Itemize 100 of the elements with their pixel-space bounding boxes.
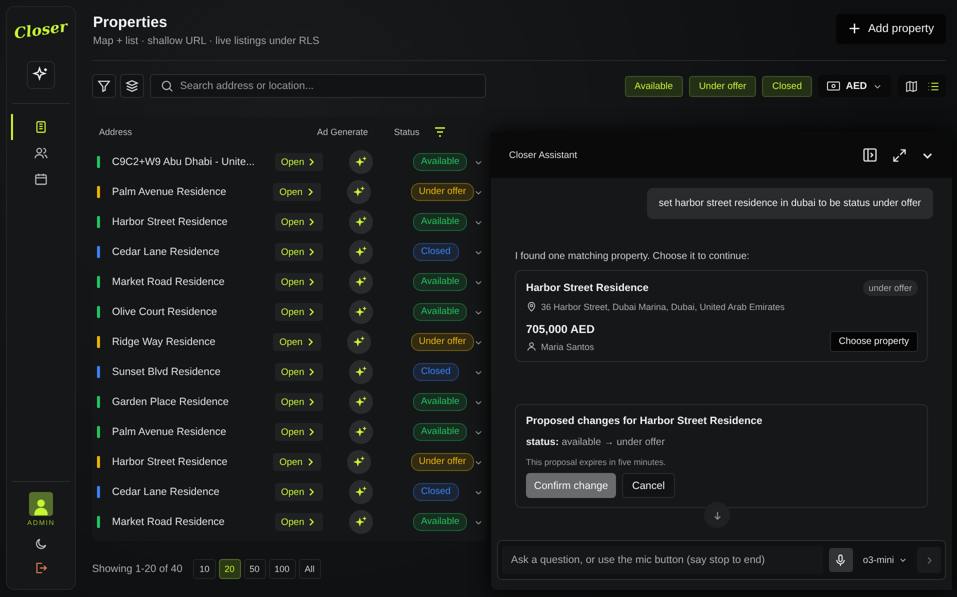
- open-button[interactable]: Open: [275, 363, 323, 381]
- expand-icon[interactable]: [892, 148, 907, 162]
- status-filter-chip[interactable]: Under offer: [688, 76, 756, 96]
- person-icon: [32, 498, 50, 516]
- generate-ad-button[interactable]: [349, 510, 373, 534]
- message-input[interactable]: Ask a question, or use the mic button (say stop to end): [502, 546, 823, 574]
- add-property-button[interactable]: Add property: [836, 14, 946, 44]
- generate-ad-button[interactable]: [349, 360, 373, 384]
- address-cell-text: Cedar Lane Residence: [112, 486, 220, 498]
- sparkle-icon: [354, 155, 368, 169]
- generate-ad-button[interactable]: [346, 180, 371, 204]
- model-dropdown[interactable]: o3-mini: [858, 554, 911, 566]
- mic-button[interactable]: [828, 548, 853, 572]
- page-size-button[interactable]: 100: [268, 559, 296, 579]
- plus-icon: [848, 22, 862, 35]
- generate-ad-button[interactable]: [349, 240, 373, 264]
- sparkle-icon: [352, 455, 366, 469]
- microphone-icon: [834, 554, 848, 566]
- status-badge: Under offer: [410, 333, 474, 351]
- generate-ad-button[interactable]: [349, 150, 373, 174]
- person-icon: [526, 341, 537, 352]
- search-field[interactable]: Search address or location...: [150, 74, 486, 98]
- generate-ad-button[interactable]: [346, 450, 371, 474]
- status-badge: Under offer: [410, 183, 474, 201]
- theme-button[interactable]: [34, 537, 48, 551]
- generate-ad-button[interactable]: [346, 330, 371, 354]
- moon-icon: [34, 537, 48, 551]
- assistant-button[interactable]: [27, 61, 55, 89]
- sparkle-icon: [354, 515, 368, 529]
- address-cell-text: Sunset Blvd Residence: [112, 366, 222, 378]
- status-filter-chip[interactable]: Closed: [762, 76, 812, 96]
- map-icon: [904, 80, 918, 92]
- sidebar-toggle-icon[interactable]: [862, 147, 878, 163]
- address-cell-text: Palm Avenue Residence: [112, 186, 228, 198]
- list-icon: [926, 80, 940, 92]
- page-size-button[interactable]: 10: [193, 559, 216, 579]
- chevron-right-icon: [308, 398, 316, 406]
- layers-button[interactable]: [120, 74, 144, 98]
- generate-ad-button[interactable]: [349, 210, 373, 234]
- expiry-note: This proposal expires in five minutes.: [526, 457, 667, 467]
- property-address: 36 Harbor Street, Dubai Marina, Dubai, United Arab Emirates: [541, 302, 785, 312]
- proposal-title: Proposed changes for Harbor Street Residence: [526, 415, 764, 427]
- open-button[interactable]: Open: [275, 213, 323, 231]
- page-size-button[interactable]: All: [298, 559, 321, 579]
- address-cell-text: Cedar Lane Residence: [112, 246, 220, 258]
- logout-icon: [34, 561, 48, 575]
- address-cell-text: Garden Place Residence: [112, 396, 230, 408]
- avatar[interactable]: [29, 492, 53, 516]
- open-button[interactable]: Open: [275, 153, 323, 171]
- user-message: set harbor street residence in dubai to be status under offer: [646, 188, 933, 219]
- open-button[interactable]: Open: [275, 303, 323, 321]
- status-badge: Available: [413, 273, 468, 291]
- generate-ad-button[interactable]: [349, 420, 373, 444]
- page-subtitle: Map + list · shallow URL · live listings under RLS: [93, 34, 320, 46]
- column-header: Ad Generate: [317, 127, 370, 137]
- open-button[interactable]: Open: [275, 483, 323, 501]
- choose-property-button[interactable]: Choose property: [830, 331, 918, 352]
- status-filter-chip[interactable]: Available: [624, 76, 683, 96]
- confirm-button[interactable]: Confirm change: [526, 473, 616, 498]
- open-button[interactable]: Open: [273, 183, 321, 201]
- page-size-button[interactable]: 20: [218, 559, 241, 579]
- location-pin-icon: [526, 301, 537, 312]
- address-cell-text: Palm Avenue Residence: [112, 426, 228, 438]
- funnel-icon: [97, 79, 111, 93]
- generate-ad-button[interactable]: [349, 300, 373, 324]
- open-button[interactable]: Open: [275, 423, 323, 441]
- calendar-icon: [34, 172, 48, 186]
- banknote-icon: [826, 81, 840, 91]
- currency-dropdown[interactable]: AED: [818, 75, 891, 97]
- column-header: Address: [99, 127, 134, 137]
- chevron-right-icon: [308, 218, 316, 226]
- chevron-right-icon: [308, 368, 316, 376]
- open-button[interactable]: Open: [275, 513, 323, 531]
- open-button[interactable]: Open: [275, 273, 323, 291]
- filter-button[interactable]: [92, 74, 116, 98]
- chevron-right-icon: [308, 308, 316, 316]
- cancel-button[interactable]: Cancel: [622, 473, 675, 498]
- generate-ad-button[interactable]: [349, 480, 373, 504]
- page-size-button[interactable]: 50: [244, 559, 266, 579]
- status-badge: Available: [413, 423, 468, 441]
- scroll-down-button[interactable]: [704, 502, 730, 528]
- assistant-title: Closer Assistant: [509, 150, 578, 160]
- status-badge: under offer: [862, 280, 918, 296]
- address-cell-text: C9C2+W9 Abu Dhabi - Unite...: [112, 156, 256, 168]
- sparkle-icon: [352, 335, 366, 349]
- address-cell-text: Harbor Street Residence: [112, 216, 229, 228]
- logout-button[interactable]: [34, 561, 48, 575]
- sparkle-icon: [354, 395, 368, 409]
- column-header: Status: [394, 127, 420, 137]
- chevron-right-icon: [308, 158, 316, 166]
- proposed-change: status: available → under offer: [526, 437, 666, 448]
- open-button[interactable]: Open: [273, 333, 321, 351]
- open-button[interactable]: Open: [273, 453, 321, 471]
- generate-ad-button[interactable]: [349, 270, 373, 294]
- sparkle-icon: [354, 485, 368, 499]
- open-button[interactable]: Open: [275, 243, 323, 261]
- open-button[interactable]: Open: [275, 393, 323, 411]
- building-icon: [34, 120, 48, 134]
- filter-icon[interactable]: [434, 127, 446, 137]
- generate-ad-button[interactable]: [349, 390, 373, 414]
